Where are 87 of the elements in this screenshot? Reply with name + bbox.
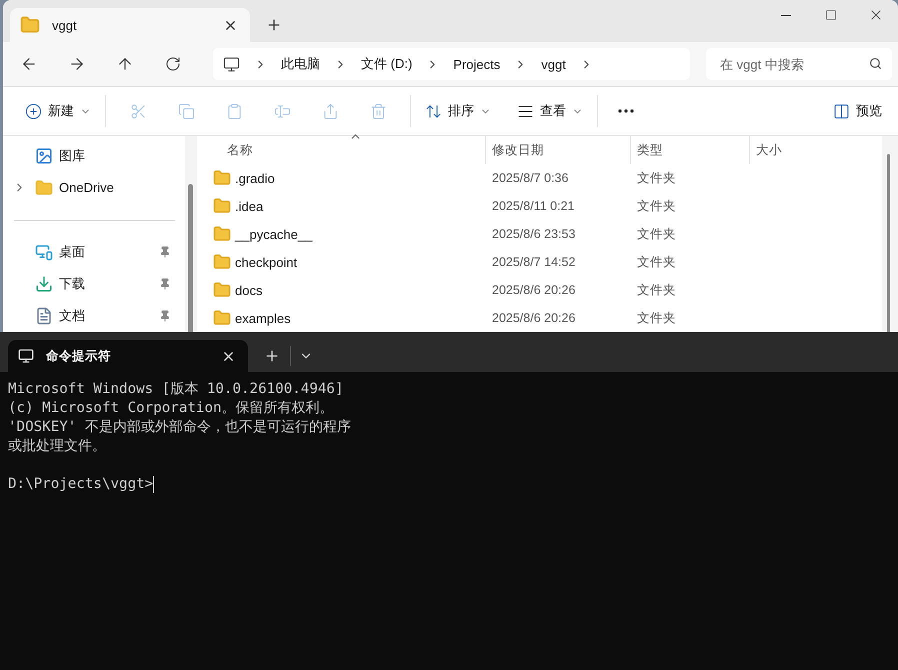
file-row[interactable]: .gradio 2025/8/7 0:36 文件夹: [213, 164, 882, 192]
folder-icon: [213, 309, 231, 327]
table-cell-text: 2025/8/6 23:53: [491, 227, 576, 241]
terminal-tab[interactable]: 命令提示符: [8, 340, 248, 372]
plus-icon: [266, 17, 282, 33]
file-name: checkpoint: [235, 254, 298, 270]
text-cursor: [153, 476, 154, 493]
search-field[interactable]: 在 vggt 中搜索: [706, 48, 892, 80]
share-icon: [322, 102, 338, 120]
monitor-icon: [223, 56, 240, 72]
copy-icon: [178, 102, 194, 120]
command-prompt: D:\Projects\vggt>: [8, 475, 154, 494]
plus-circle-icon: [25, 102, 42, 120]
sidebar-item[interactable]: 桌面: [3, 236, 185, 268]
tab-title: 命令提示符: [46, 348, 112, 364]
gallery-icon: [35, 146, 53, 165]
sidebar-scrollbar[interactable]: [185, 136, 197, 332]
table-cell-text: 文件夹: [636, 170, 677, 186]
address-bar[interactable]: 此电脑 文件 (D:) Projects vggt: [213, 48, 690, 80]
console-icon: [18, 348, 34, 364]
file-name: examples: [235, 310, 291, 326]
table-cell-text: 文件夹: [636, 282, 677, 298]
file-name: docs: [235, 282, 262, 298]
folder-icon: [213, 253, 231, 271]
explorer-tab[interactable]: vggt: [10, 8, 250, 42]
table-cell-text: 2025/8/6 20:26: [491, 311, 576, 325]
sidebar-item[interactable]: 文档: [3, 300, 185, 332]
folder-icon: [213, 225, 231, 243]
new-button[interactable]: 新建: [19, 95, 97, 127]
paste-icon: [226, 102, 242, 120]
plus-icon: [264, 348, 280, 364]
pin-icon: [159, 310, 171, 322]
console-line: Microsoft Windows [版本 10.0.26100.4946]: [8, 380, 344, 399]
file-list-scrollbar[interactable]: [882, 136, 898, 332]
table-cell-text: 2025/8/6 20:26: [491, 283, 576, 297]
column-header[interactable]: 修改日期: [485, 136, 630, 164]
pin-icon: [159, 246, 171, 258]
console-line: 或批处理文件。: [8, 437, 107, 456]
column-header[interactable]: 名称: [213, 136, 485, 164]
search-icon: [869, 57, 882, 70]
delete-icon: [370, 102, 386, 120]
file-row[interactable]: __pycache__ 2025/8/6 23:53 文件夹: [213, 220, 882, 248]
file-name: __pycache__: [235, 226, 312, 242]
cut-icon: [130, 102, 146, 120]
folder-icon: [213, 281, 231, 299]
file-name: .gradio: [235, 170, 275, 186]
breadcrumb-item[interactable]: 此电脑: [281, 55, 320, 73]
folder-icon: [213, 197, 231, 215]
tab-title: vggt: [52, 18, 78, 32]
panel-icon: [833, 102, 850, 120]
sidebar-item[interactable]: OneDrive: [3, 172, 185, 204]
table-cell-text: 2025/8/7 0:36: [491, 171, 570, 185]
file-row[interactable]: checkpoint 2025/8/7 14:52 文件夹: [213, 248, 882, 276]
file-row[interactable]: examples 2025/8/6 20:26 文件夹: [213, 304, 882, 332]
console-line: (c) Microsoft Corporation。保留所有权利。: [8, 399, 335, 418]
desktop-icon: [35, 243, 53, 262]
file-row[interactable]: docs 2025/8/6 20:26 文件夹: [213, 276, 882, 304]
breadcrumb-item[interactable]: vggt: [541, 56, 566, 72]
minimize-icon: [780, 14, 790, 16]
table-cell-text: 文件夹: [636, 310, 677, 326]
preview-button[interactable]: 预览: [827, 95, 888, 127]
column-header[interactable]: 类型: [630, 136, 749, 164]
ellipsis-icon: [618, 109, 634, 113]
rename-icon: [274, 102, 290, 120]
table-cell-text: 文件夹: [636, 198, 677, 214]
table-cell-text: 2025/8/11 0:21: [491, 199, 576, 213]
file-name: .idea: [235, 198, 264, 214]
column-header[interactable]: 大小: [749, 136, 829, 164]
sidebar-item[interactable]: 图库: [3, 140, 185, 172]
breadcrumb-item[interactable]: 文件 (D:): [361, 55, 412, 73]
sidebar-item[interactable]: 下载: [3, 268, 185, 300]
breadcrumb-item[interactable]: Projects: [453, 56, 500, 72]
file-row[interactable]: .idea 2025/8/11 0:21 文件夹: [213, 192, 882, 220]
console-line: 'DOSKEY' 不是内部或外部命令，也不是可运行的程序: [8, 418, 352, 437]
view-button[interactable]: 查看: [511, 95, 589, 127]
sort-button[interactable]: 排序: [419, 95, 497, 127]
document-icon: [35, 307, 53, 326]
table-cell-text: 文件夹: [636, 254, 677, 270]
pin-icon: [159, 278, 171, 290]
folder-icon: [213, 169, 231, 187]
sort-icon: [425, 102, 442, 120]
maximize-icon: [824, 9, 836, 21]
table-cell-text: 文件夹: [636, 226, 677, 242]
folder-icon: [20, 15, 40, 35]
table-cell-text: 2025/8/7 14:52: [491, 255, 576, 269]
download-icon: [35, 275, 53, 294]
refresh-icon: [165, 56, 181, 72]
